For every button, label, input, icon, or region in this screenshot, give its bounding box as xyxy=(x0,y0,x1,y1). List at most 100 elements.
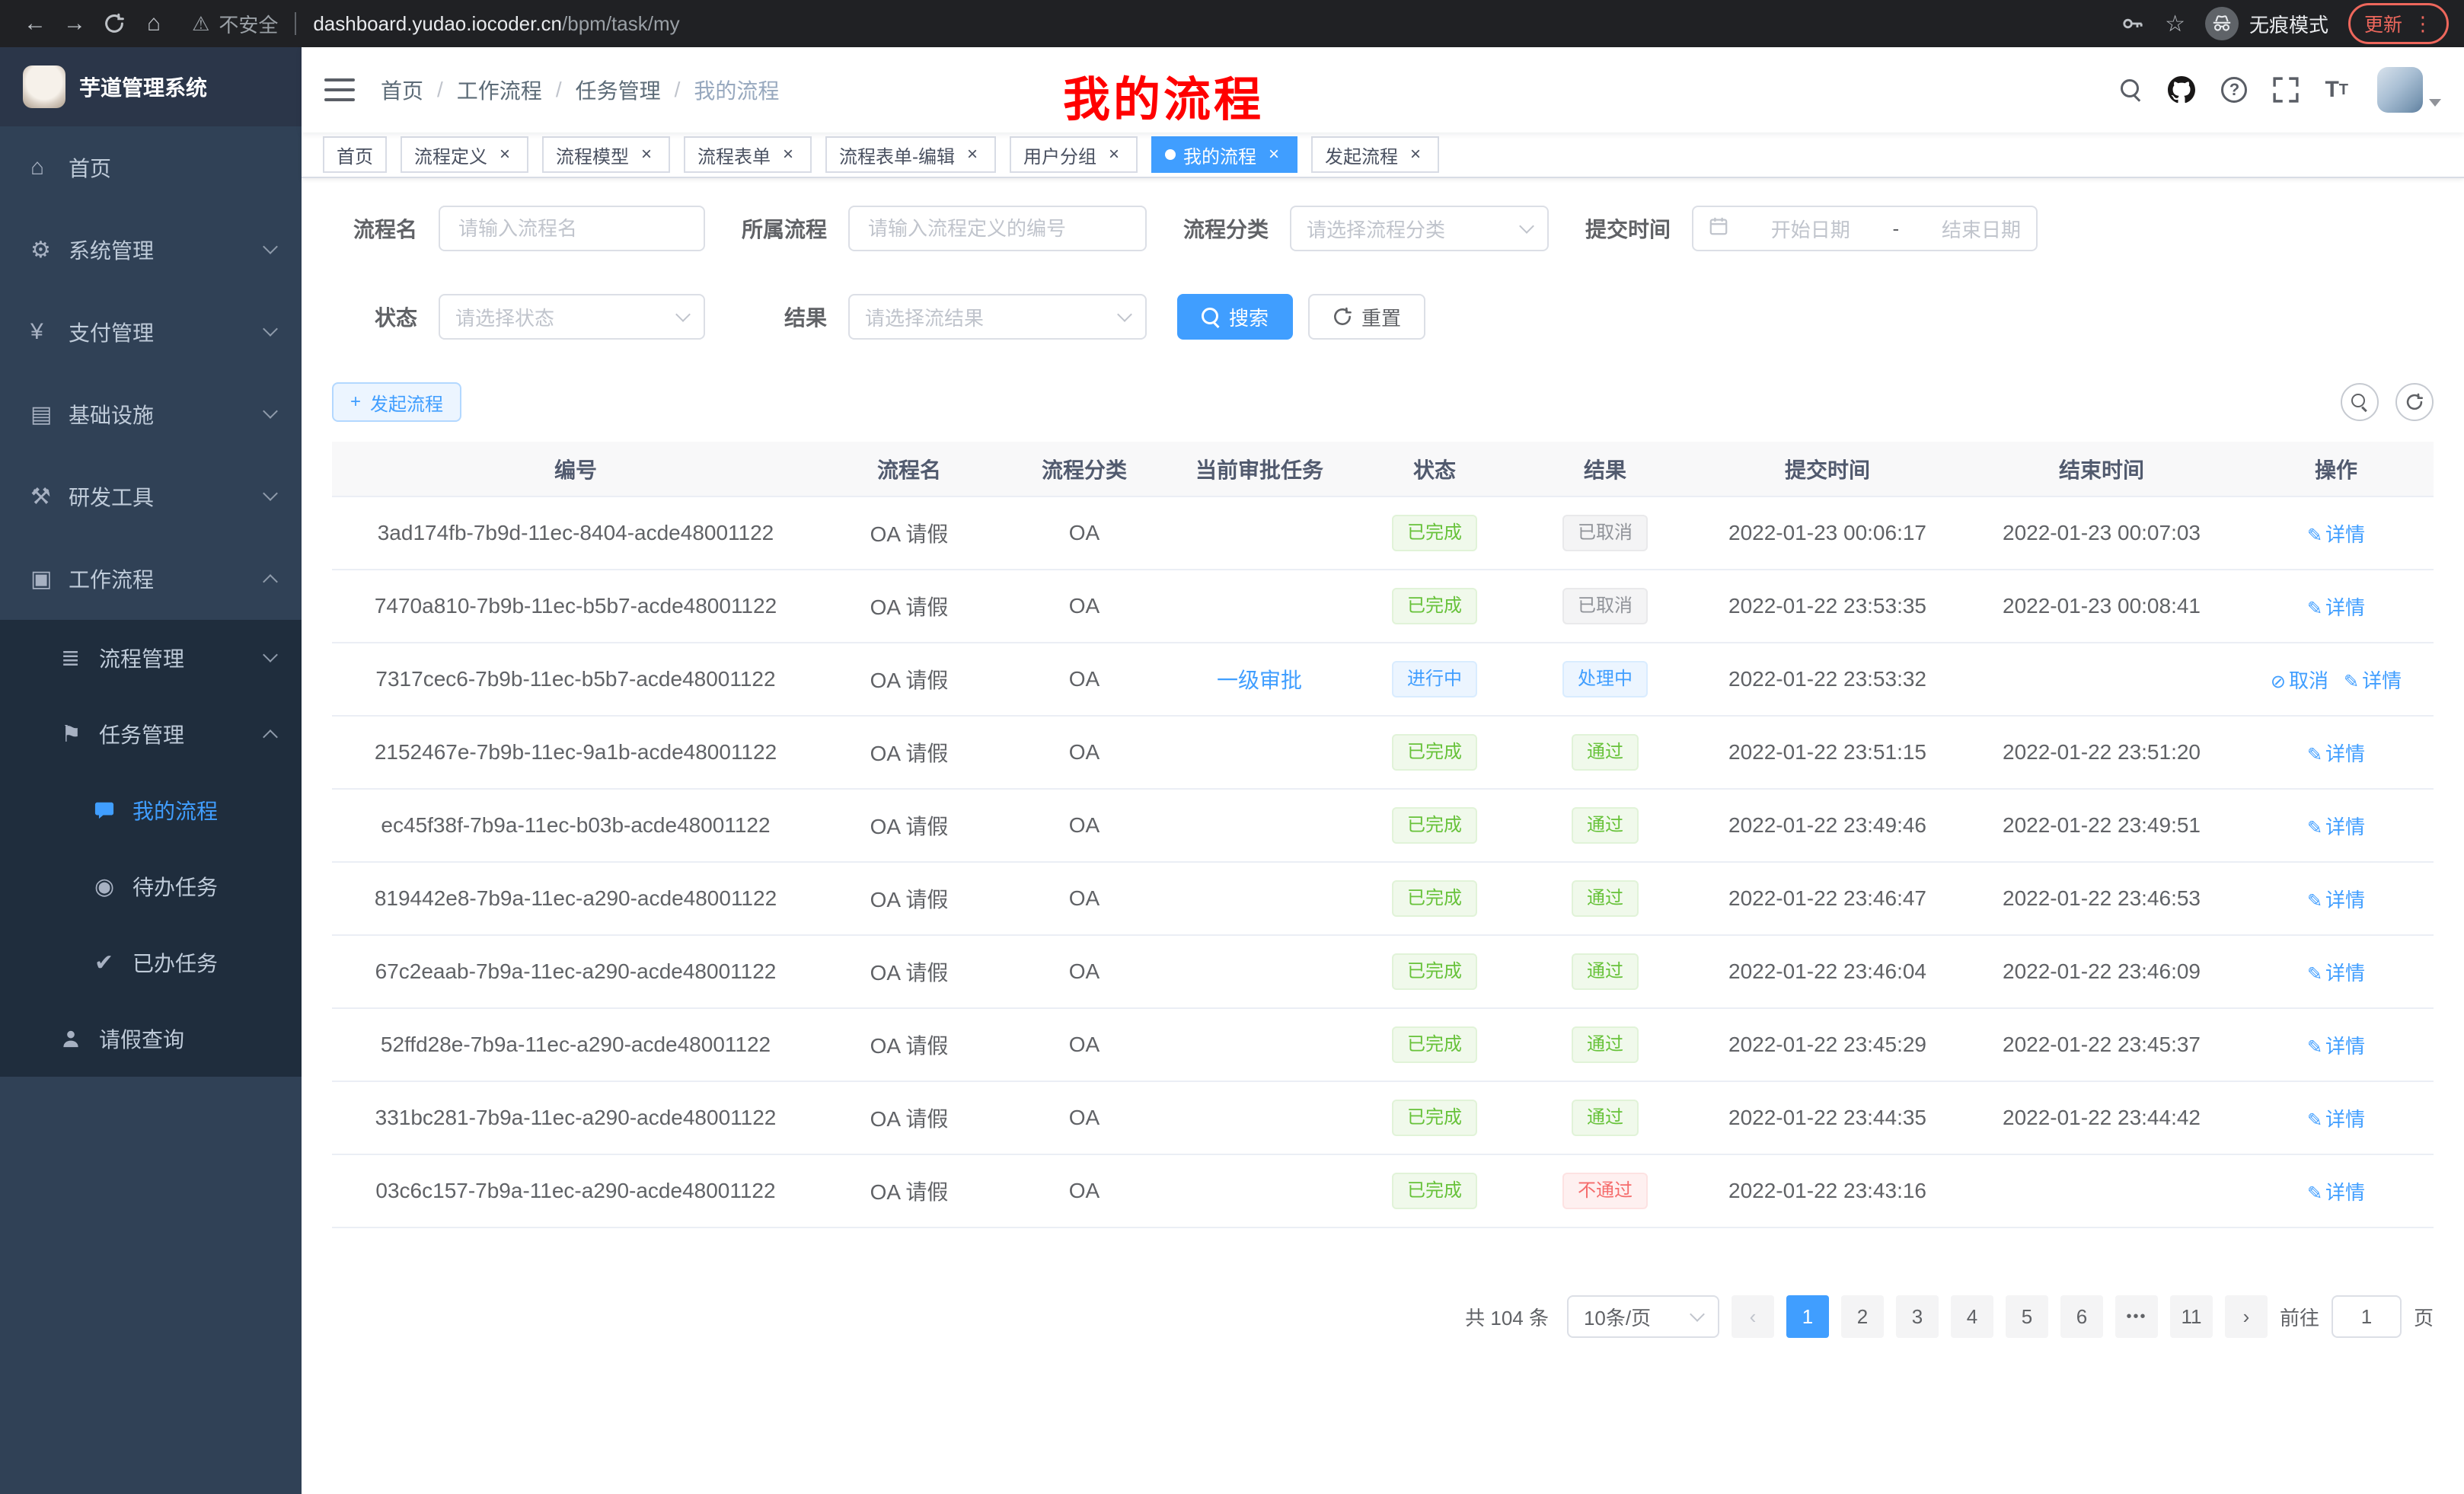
search-icon[interactable] xyxy=(2121,79,2142,101)
bookmark-star-icon[interactable]: ☆ xyxy=(2165,11,2185,37)
close-icon[interactable]: × xyxy=(1406,145,1425,164)
browser-reload-icon[interactable] xyxy=(94,4,134,43)
create-process-button[interactable]: + 发起流程 xyxy=(332,382,461,422)
app-logo[interactable]: 芋道管理系统 xyxy=(0,47,302,126)
end-date-placeholder: 结束日期 xyxy=(1942,215,2021,243)
sidebar-item-label: 支付管理 xyxy=(69,317,265,347)
browser-forward-icon[interactable]: → xyxy=(55,4,94,43)
process-name-input[interactable] xyxy=(439,206,705,251)
sidebar-item-my-process[interactable]: 我的流程 xyxy=(0,772,302,848)
github-icon[interactable] xyxy=(2168,76,2195,104)
detail-link[interactable]: ✎详情 xyxy=(2307,816,2365,838)
tab-my-process[interactable]: 我的流程× xyxy=(1151,136,1297,173)
gear-icon: ⚙ xyxy=(30,237,69,263)
detail-link[interactable]: ✎详情 xyxy=(2307,889,2365,911)
goto-page-input[interactable] xyxy=(2332,1295,2402,1338)
cell-category: OA xyxy=(999,789,1170,862)
page-button-1[interactable]: 1 xyxy=(1786,1295,1829,1338)
breadcrumb-item[interactable]: 工作流程 xyxy=(457,75,542,105)
page-button-2[interactable]: 2 xyxy=(1841,1295,1884,1338)
pagination: 共 104 条 10条/页 ‹ 1 2 3 4 5 6 ••• 11 › 前往 xyxy=(332,1295,2434,1338)
page-size-select[interactable]: 10条/页 xyxy=(1567,1295,1719,1338)
prev-page-button[interactable]: ‹ xyxy=(1732,1295,1774,1338)
close-icon[interactable]: × xyxy=(495,145,515,164)
page-button-6[interactable]: 6 xyxy=(2060,1295,2103,1338)
tab-process-form-edit[interactable]: 流程表单-编辑× xyxy=(825,136,996,173)
help-icon[interactable]: ? xyxy=(2221,77,2247,103)
detail-link[interactable]: ✎详情 xyxy=(2307,1108,2365,1131)
close-icon[interactable]: × xyxy=(637,145,656,164)
address-bar[interactable]: dashboard.yudao.iocoder.cn/bpm/task/my xyxy=(313,12,679,36)
font-size-icon[interactable]: TT xyxy=(2325,77,2348,103)
sidebar-item-task-management[interactable]: ⚑ 任务管理 xyxy=(0,696,302,772)
detail-link[interactable]: ✎详情 xyxy=(2307,962,2365,985)
sidebar-item-infrastructure[interactable]: ▤ 基础设施 xyxy=(0,373,302,455)
close-icon[interactable]: × xyxy=(1104,145,1124,164)
site-security-chip[interactable]: ⚠ 不安全 xyxy=(192,10,278,38)
browser-update-button[interactable]: 更新 ⋮ xyxy=(2348,3,2449,44)
page-button-11[interactable]: 11 xyxy=(2170,1295,2213,1338)
search-button[interactable]: 搜索 xyxy=(1177,294,1293,340)
sidebar-item-label: 系统管理 xyxy=(69,235,265,265)
tab-home[interactable]: 首页 xyxy=(323,136,387,173)
sidebar-item-home[interactable]: ⌂ 首页 xyxy=(0,126,302,209)
tab-start-process[interactable]: 发起流程× xyxy=(1311,136,1439,173)
edit-icon: ✎ xyxy=(2307,818,2322,838)
cell-name: OA 请假 xyxy=(819,1008,999,1081)
password-key-icon[interactable] xyxy=(2121,11,2145,36)
cancel-link[interactable]: ⊘取消 xyxy=(2271,669,2328,692)
process-def-input[interactable] xyxy=(848,206,1147,251)
browser-back-icon[interactable]: ← xyxy=(15,4,55,43)
page-button-3[interactable]: 3 xyxy=(1896,1295,1939,1338)
cell-current-task xyxy=(1170,716,1349,789)
close-icon[interactable]: × xyxy=(778,145,798,164)
detail-link[interactable]: ✎详情 xyxy=(2344,669,2402,692)
detail-link[interactable]: ✎详情 xyxy=(2307,1035,2365,1058)
tab-user-group[interactable]: 用户分组× xyxy=(1010,136,1138,173)
sidebar-item-label: 流程管理 xyxy=(99,643,265,673)
sidebar-item-process-management[interactable]: ≣ 流程管理 xyxy=(0,620,302,696)
toggle-search-button[interactable] xyxy=(2341,383,2379,421)
sidebar-item-dev-tools[interactable]: ⚒ 研发工具 xyxy=(0,455,302,538)
category-select[interactable]: 请选择流程分类 xyxy=(1290,206,1549,251)
sidebar-item-workflow[interactable]: ▣ 工作流程 xyxy=(0,538,302,620)
page-button-4[interactable]: 4 xyxy=(1951,1295,1993,1338)
sidebar-item-system-management[interactable]: ⚙ 系统管理 xyxy=(0,209,302,291)
sidebar-item-leave-query[interactable]: 请假查询 xyxy=(0,1001,302,1077)
more-pages-button[interactable]: ••• xyxy=(2115,1295,2158,1338)
chevron-up-icon xyxy=(263,574,278,589)
next-page-button[interactable]: › xyxy=(2225,1295,2268,1338)
reset-button[interactable]: 重置 xyxy=(1308,294,1425,340)
close-icon[interactable]: × xyxy=(962,145,982,164)
breadcrumb-item[interactable]: 任务管理 xyxy=(576,75,661,105)
sidebar-toggle-icon[interactable] xyxy=(324,77,355,103)
submit-time-range-picker[interactable]: 开始日期 - 结束日期 xyxy=(1692,206,2038,251)
detail-link[interactable]: ✎详情 xyxy=(2307,742,2365,765)
browser-menu-icon[interactable]: ⋮ xyxy=(2413,12,2433,36)
cell-id: 3ad174fb-7b9d-11ec-8404-acde48001122 xyxy=(332,496,819,570)
result-badge: 不通过 xyxy=(1562,1173,1648,1209)
current-task-link[interactable]: 一级审批 xyxy=(1217,669,1302,692)
sidebar-item-todo-tasks[interactable]: ◉ 待办任务 xyxy=(0,848,302,924)
page-button-5[interactable]: 5 xyxy=(2006,1295,2048,1338)
detail-link[interactable]: ✎详情 xyxy=(2307,523,2365,546)
tab-process-definition[interactable]: 流程定义× xyxy=(401,136,528,173)
avatar[interactable] xyxy=(2377,67,2423,113)
browser-home-icon[interactable]: ⌂ xyxy=(134,4,174,43)
result-badge: 通过 xyxy=(1572,880,1639,917)
breadcrumb-item[interactable]: 首页 xyxy=(381,75,423,105)
page-unit-label: 页 xyxy=(2414,1303,2434,1331)
tab-process-form[interactable]: 流程表单× xyxy=(684,136,812,173)
detail-link[interactable]: ✎详情 xyxy=(2307,1181,2365,1204)
user-menu[interactable] xyxy=(2377,67,2441,113)
tab-process-model[interactable]: 流程模型× xyxy=(542,136,670,173)
cell-submit-time: 2022-01-22 23:45:29 xyxy=(1690,1008,1964,1081)
refresh-table-button[interactable] xyxy=(2395,383,2434,421)
result-select[interactable]: 请选择流结果 xyxy=(848,294,1147,340)
sidebar-item-done-tasks[interactable]: ✔ 已办任务 xyxy=(0,924,302,1001)
close-icon[interactable]: × xyxy=(1264,145,1284,164)
detail-link[interactable]: ✎详情 xyxy=(2307,596,2365,619)
sidebar-item-payment-management[interactable]: ¥ 支付管理 xyxy=(0,291,302,373)
fullscreen-icon[interactable] xyxy=(2273,77,2299,103)
status-select[interactable]: 请选择状态 xyxy=(439,294,705,340)
